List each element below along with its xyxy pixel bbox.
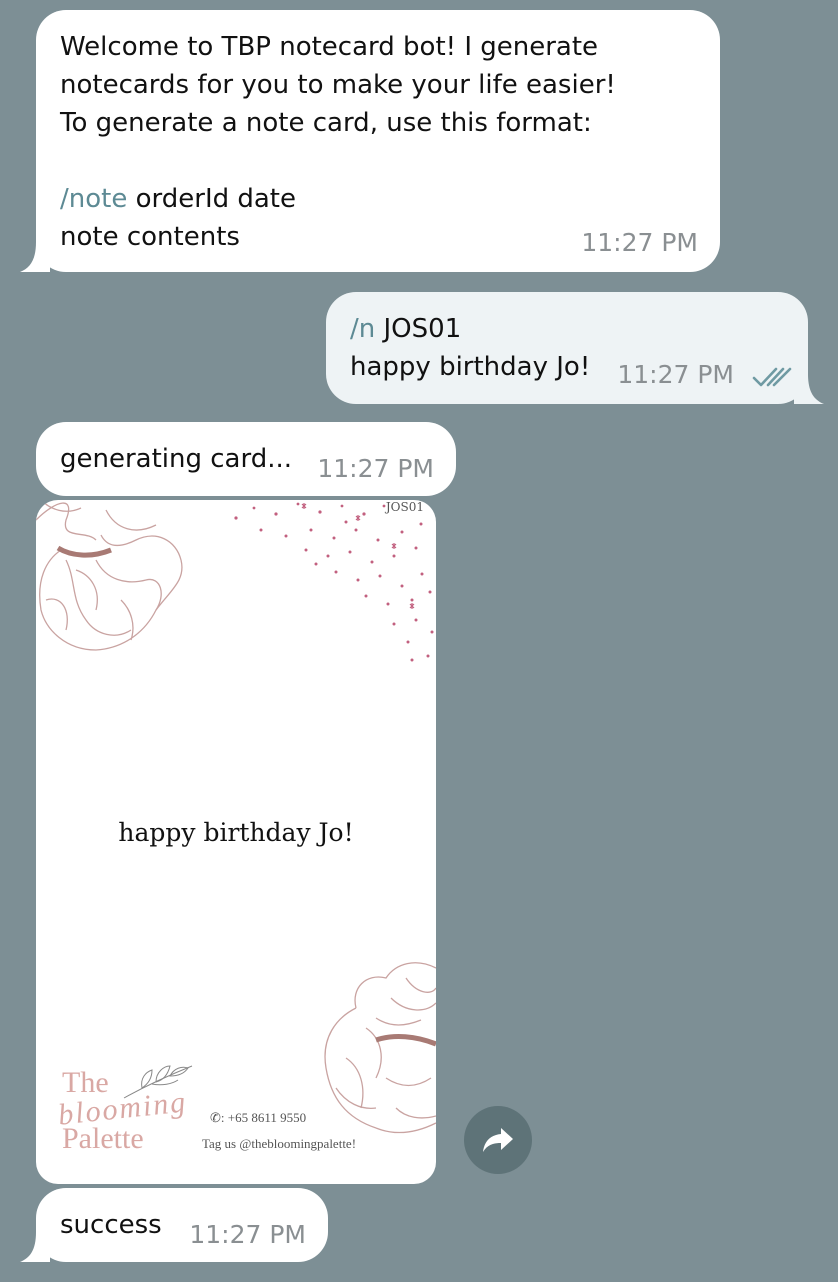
command-link-note[interactable]: /note	[60, 184, 127, 214]
bubble-tail	[794, 374, 824, 404]
message-timestamp: 11:27 PM	[581, 228, 698, 257]
command-link-n[interactable]: /n	[350, 314, 375, 344]
bubble-tail	[20, 1232, 50, 1262]
card-message-text: happy birthday Jo!	[118, 818, 354, 847]
message-bubble-user-command[interactable]: /n JOS01 happy birthday Jo! 11:27 PM	[326, 292, 824, 404]
confetti-dots	[234, 502, 434, 662]
format-args: orderId date	[127, 184, 297, 214]
message-bubble-welcome[interactable]: Welcome to TBP notecard bot! I generate …	[20, 10, 720, 272]
card-order-id: JOS01	[385, 500, 424, 514]
card-phone-number: ✆: +65 8611 9550	[210, 1110, 307, 1125]
message-timestamp: 11:27 PM	[189, 1220, 306, 1249]
welcome-blank-line	[60, 142, 696, 180]
message-bubble-generating[interactable]: generating card... 11:27 PM	[36, 422, 456, 496]
message-bubble-success[interactable]: success 11:27 PM	[20, 1188, 328, 1262]
double-check-icon	[752, 367, 792, 387]
forward-arrow-icon	[483, 1128, 513, 1152]
welcome-format-line: /note orderId date	[60, 180, 696, 218]
user-order-id: JOS01	[375, 314, 462, 344]
message-timestamp: 11:27 PM	[617, 360, 734, 389]
notecard-image[interactable]: JOS01 happy birthday Jo! The blooming Pa…	[36, 500, 436, 1184]
peony-flower-top-left	[36, 500, 183, 651]
user-command-line: /n JOS01	[350, 310, 784, 348]
peony-flower-bottom-right	[324, 962, 436, 1134]
card-instagram-tag: Tag us @thebloomingpalette!	[202, 1136, 357, 1151]
welcome-line-1: Welcome to TBP notecard bot! I generate	[60, 32, 599, 62]
brand-logo-palette: Palette	[62, 1122, 144, 1155]
bubble-tail	[20, 242, 50, 272]
message-timestamp: 11:27 PM	[317, 454, 434, 483]
welcome-line-2: notecards for you to make your life easi…	[60, 70, 616, 100]
welcome-line-3: To generate a note card, use this format…	[60, 108, 592, 138]
forward-button[interactable]	[464, 1106, 532, 1174]
